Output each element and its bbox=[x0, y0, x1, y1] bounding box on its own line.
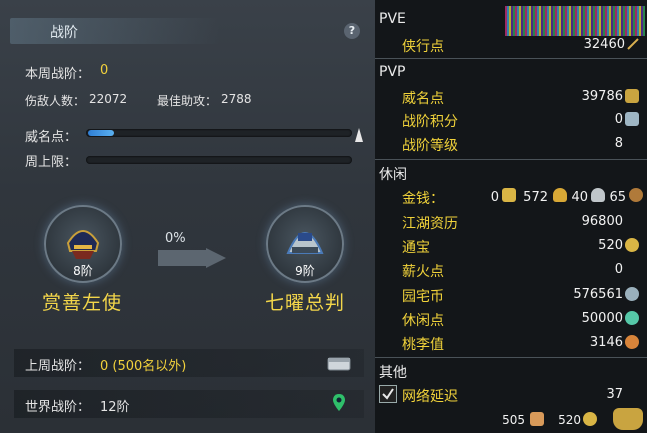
next-rank-name: 七曜总判 bbox=[265, 292, 346, 314]
gold-ingot-icon bbox=[502, 188, 516, 202]
silver-ingot-icon bbox=[591, 188, 605, 202]
divider bbox=[375, 58, 647, 59]
leisure-item-label: 通宝 bbox=[402, 240, 430, 256]
leisure-item-label: 休闲点 bbox=[402, 313, 444, 329]
fame-icon bbox=[625, 89, 639, 103]
money-value-0: 0 bbox=[490, 190, 499, 205]
panel-title: 战阶 bbox=[50, 25, 78, 41]
next-rank-emblem: 9阶 bbox=[266, 205, 344, 283]
latency-checkbox[interactable] bbox=[379, 385, 397, 403]
weekly-cap-bar bbox=[86, 156, 352, 164]
pvp-item-value: 0 bbox=[614, 112, 623, 127]
pvp-section-title: PVP bbox=[379, 64, 406, 80]
leisure-item-value: 576561 bbox=[573, 287, 623, 302]
leisure-item-value: 0 bbox=[614, 262, 623, 277]
gold-ingot-icon[interactable] bbox=[613, 408, 643, 430]
battle-rank-panel: 战阶 ? 本周战阶： 0 伤敌人数： 22072 最佳助攻： 2788 威名点：… bbox=[0, 0, 375, 433]
pvp-item-value: 8 bbox=[614, 136, 623, 151]
gold-ingot-icon bbox=[553, 188, 567, 202]
pvp-item-label: 战阶积分 bbox=[402, 114, 458, 130]
assist-value: 2788 bbox=[221, 92, 252, 106]
current-rank-emblem: 8阶 bbox=[44, 205, 122, 283]
current-rank-level: 8阶 bbox=[73, 264, 93, 278]
panel-header: 战阶 bbox=[0, 14, 375, 48]
money-label: 金钱： bbox=[402, 191, 444, 207]
help-icon[interactable]: ? bbox=[344, 23, 360, 39]
pvp-item-value: 39786 bbox=[581, 89, 623, 104]
leisure-item-value: 96800 bbox=[581, 214, 623, 229]
world-rank-label: 世界战阶： bbox=[25, 400, 91, 415]
footer-value-a: 505 bbox=[502, 413, 525, 427]
last-week-value: 0 (500名以外) bbox=[100, 359, 187, 374]
garden-coin-icon bbox=[625, 287, 639, 301]
crest-icon bbox=[625, 112, 639, 126]
tongbao-coin-icon bbox=[625, 238, 639, 252]
current-rank-name: 赏善左使 bbox=[42, 292, 123, 314]
pve-item-value: 32460 bbox=[583, 37, 625, 52]
pvp-item-label: 威名点 bbox=[402, 91, 444, 107]
fame-progress-bar bbox=[86, 129, 352, 137]
leisure-section-title: 休闲 bbox=[379, 167, 407, 183]
header-bar bbox=[10, 18, 220, 44]
rank-progress-percent: 0% bbox=[165, 231, 186, 246]
latency-label: 网络延迟 bbox=[402, 389, 458, 405]
leisure-item-label: 桃李值 bbox=[402, 337, 444, 353]
fame-progress-fill bbox=[88, 130, 114, 136]
last-week-label: 上周战阶： bbox=[25, 359, 91, 374]
leisure-item-label: 薪火点 bbox=[402, 264, 444, 280]
weekly-rank-label: 本周战阶： bbox=[25, 67, 91, 82]
leisure-item-value: 50000 bbox=[581, 311, 623, 326]
leisure-item-label: 江湖资历 bbox=[402, 216, 458, 232]
kills-label: 伤敌人数： bbox=[25, 94, 86, 108]
peach-icon bbox=[625, 335, 639, 349]
other-section-title: 其他 bbox=[379, 365, 407, 381]
money-value-1: 572 bbox=[523, 190, 548, 205]
world-rank-value: 12阶 bbox=[100, 400, 130, 415]
latency-value: 37 bbox=[606, 387, 623, 402]
tongbao-coin-icon bbox=[583, 412, 597, 426]
leisure-item-value: 3146 bbox=[589, 335, 623, 350]
fame-label: 威名点： bbox=[25, 130, 78, 145]
money-value-3: 65 bbox=[609, 190, 626, 205]
location-pin-icon[interactable] bbox=[332, 393, 346, 413]
cap-marker-icon bbox=[355, 128, 363, 142]
leisure-item-label: 园宅币 bbox=[402, 289, 444, 305]
scroll-icon bbox=[530, 412, 544, 426]
divider bbox=[375, 357, 647, 358]
pve-section-title: PVE bbox=[379, 11, 406, 27]
leisure-item-value: 520 bbox=[598, 238, 623, 253]
copper-coin-icon bbox=[629, 188, 643, 202]
weekly-rank-value: 0 bbox=[100, 63, 109, 78]
top-banner-strip bbox=[505, 6, 645, 36]
next-rank-level: 9阶 bbox=[295, 264, 315, 278]
assist-label: 最佳助攻： bbox=[157, 94, 218, 108]
weekly-cap-label: 周上限： bbox=[25, 155, 78, 170]
arrow-right-icon bbox=[158, 248, 226, 268]
pvp-item-label: 战阶等级 bbox=[402, 138, 458, 154]
currency-panel: PVE 侠行点 32460 PVP 威名点 39786 战阶积分 0 战阶等级 … bbox=[375, 0, 647, 433]
footer-value-b: 520 bbox=[558, 413, 581, 427]
leisure-point-icon bbox=[625, 311, 639, 325]
sword-icon bbox=[627, 38, 639, 50]
checkmark-icon bbox=[382, 388, 394, 400]
kills-value: 22072 bbox=[89, 92, 128, 106]
chest-icon[interactable] bbox=[327, 355, 351, 371]
money-value-2: 40 bbox=[571, 190, 588, 205]
pve-item-label: 侠行点 bbox=[402, 39, 444, 55]
divider bbox=[375, 159, 647, 160]
